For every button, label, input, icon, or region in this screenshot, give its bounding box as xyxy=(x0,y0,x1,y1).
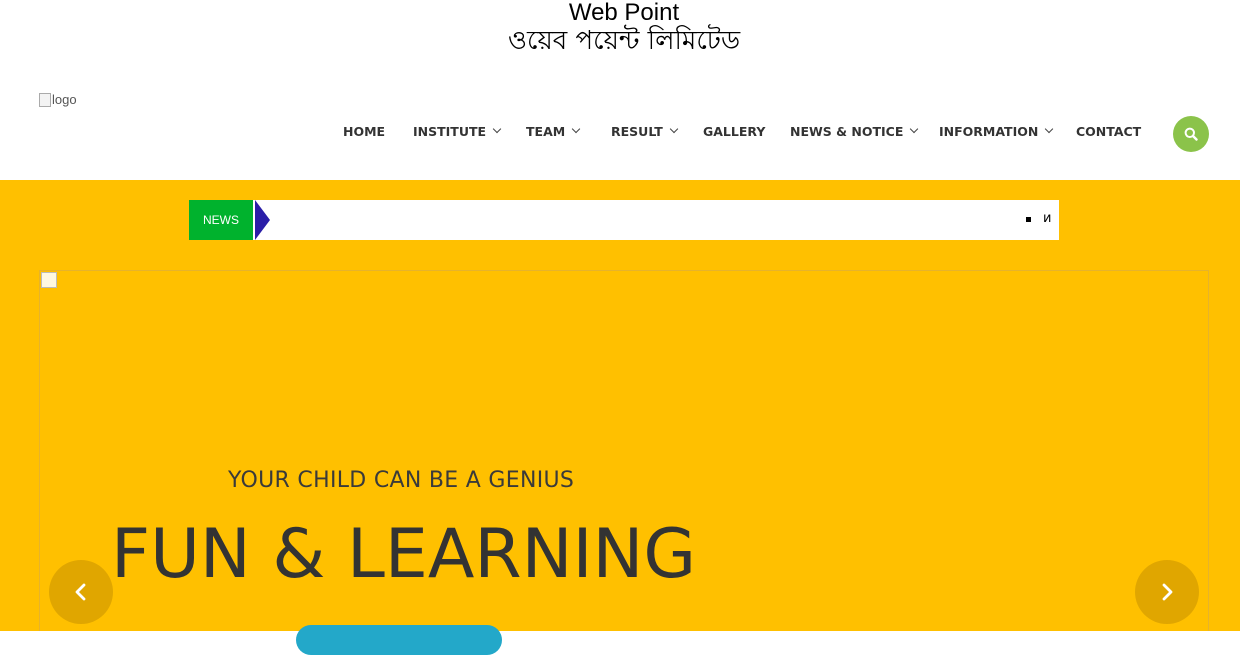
search-button[interactable] xyxy=(1173,116,1209,152)
hero-subheading: YOUR CHILD CAN BE A GENIUS xyxy=(228,468,575,493)
hero-headline: FUN & LEARNING xyxy=(111,515,697,594)
nav-result[interactable]: RESULT xyxy=(611,121,678,141)
nav-home-label: HOME xyxy=(343,123,386,139)
nav-team[interactable]: TEAM xyxy=(526,121,581,141)
site-title-english: Web Point xyxy=(568,0,680,26)
nav-news-notice[interactable]: NEWS & NOTICE xyxy=(790,121,919,141)
nav-gallery-label: GALLERY xyxy=(703,123,766,139)
search-icon xyxy=(1184,127,1198,141)
chevron-down-icon xyxy=(492,124,502,134)
broken-image-icon xyxy=(39,92,51,107)
chevron-down-icon xyxy=(669,124,678,134)
chevron-down-icon xyxy=(571,124,581,134)
slider-next-button[interactable] xyxy=(1135,560,1199,624)
bullet-icon xyxy=(1026,217,1031,222)
nav-team-label: TEAM xyxy=(526,123,566,139)
logo-alt-text: logo xyxy=(52,92,77,107)
broken-image-icon xyxy=(41,272,57,288)
hero-cta-button[interactable] xyxy=(296,625,502,655)
site-title-bar: Web Point ওয়েব পয়েন্ট লিমিটেড xyxy=(0,0,1240,60)
nav-institute-label: INSTITUTE xyxy=(413,123,487,139)
slider-prev-button[interactable] xyxy=(49,560,113,624)
ticker-arrow-icon xyxy=(255,200,270,240)
nav-institute[interactable]: INSTITUTE xyxy=(413,121,502,141)
nav-information[interactable]: INFORMATION xyxy=(939,121,1054,141)
site-logo[interactable]: logo xyxy=(39,92,77,107)
nav-contact[interactable]: CONTACT xyxy=(1076,121,1141,141)
chevron-down-icon xyxy=(1045,124,1054,134)
site-title-bangla: ওয়েব পয়েন্ট লিমিটেড xyxy=(507,26,741,56)
ticker-news-item[interactable]: и xyxy=(1043,211,1051,226)
nav-news-notice-label: NEWS & NOTICE xyxy=(790,123,904,139)
nav-home[interactable]: HOME xyxy=(343,121,385,141)
nav-information-label: INFORMATION xyxy=(939,123,1039,139)
chevron-down-icon xyxy=(910,124,919,134)
nav-gallery[interactable]: GALLERY xyxy=(703,121,765,141)
nav-contact-label: CONTACT xyxy=(1076,123,1142,139)
chevron-left-icon xyxy=(75,583,86,601)
chevron-right-icon xyxy=(1162,583,1173,601)
news-label: NEWS xyxy=(189,200,253,240)
news-ticker: NEWS и xyxy=(189,200,1059,240)
nav-result-label: RESULT xyxy=(611,123,663,139)
